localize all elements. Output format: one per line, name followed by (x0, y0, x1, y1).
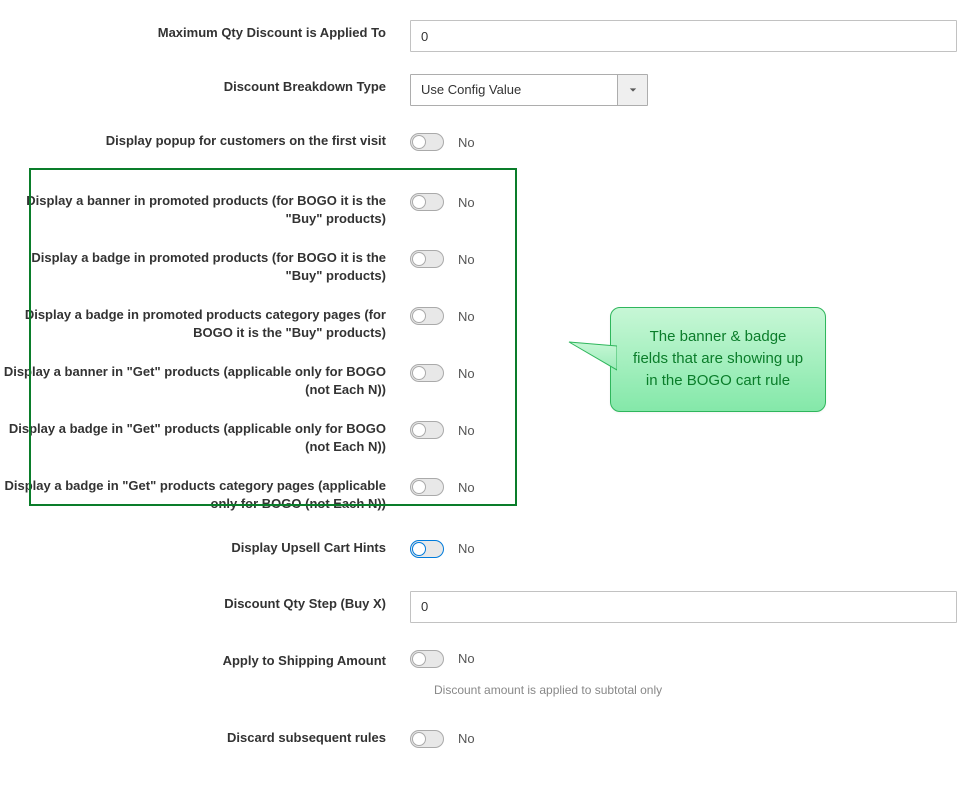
label-qty-step: Discount Qty Step (Buy X) (0, 591, 410, 613)
state-banner-get: No (458, 366, 475, 381)
row-badge-get-category: Display a badge in "Get" products catego… (0, 473, 957, 512)
state-upsell: No (458, 541, 475, 556)
state-badge-promoted: No (458, 252, 475, 267)
toggle-banner-get[interactable] (410, 364, 444, 382)
label-badge-promoted: Display a badge in promoted products (fo… (0, 245, 410, 284)
label-upsell: Display Upsell Cart Hints (0, 535, 410, 557)
label-badge-promoted-category: Display a badge in promoted products cat… (0, 302, 410, 341)
row-apply-shipping: Apply to Shipping Amount No Discount amo… (0, 645, 957, 697)
toggle-banner-promoted[interactable] (410, 193, 444, 211)
row-max-qty: Maximum Qty Discount is Applied To (0, 20, 957, 52)
label-badge-get-category: Display a badge in "Get" products catego… (0, 473, 410, 512)
state-discard: No (458, 731, 475, 746)
toggle-upsell[interactable] (410, 540, 444, 558)
select-breakdown[interactable]: Use Config Value (410, 74, 648, 106)
hint-apply-shipping: Discount amount is applied to subtotal o… (434, 683, 957, 697)
toggle-apply-shipping[interactable] (410, 650, 444, 668)
label-banner-promoted: Display a banner in promoted products (f… (0, 188, 410, 227)
toggle-popup[interactable] (410, 133, 444, 151)
toggle-badge-promoted[interactable] (410, 250, 444, 268)
toggle-badge-promoted-category[interactable] (410, 307, 444, 325)
state-popup: No (458, 135, 475, 150)
label-badge-get: Display a badge in "Get" products (appli… (0, 416, 410, 455)
state-badge-promoted-category: No (458, 309, 475, 324)
state-badge-get: No (458, 423, 475, 438)
row-upsell: Display Upsell Cart Hints No (0, 535, 957, 563)
toggle-discard[interactable] (410, 730, 444, 748)
label-breakdown: Discount Breakdown Type (0, 74, 410, 96)
annotation-callout: The banner & badge fields that are showi… (610, 307, 826, 412)
annotation-callout-text: The banner & badge fields that are showi… (633, 328, 803, 389)
row-badge-get: Display a badge in "Get" products (appli… (0, 416, 957, 455)
label-banner-get: Display a banner in "Get" products (appl… (0, 359, 410, 398)
state-banner-promoted: No (458, 195, 475, 210)
row-popup: Display popup for customers on the first… (0, 128, 957, 156)
label-popup: Display popup for customers on the first… (0, 128, 410, 150)
row-breakdown: Discount Breakdown Type Use Config Value (0, 74, 957, 106)
state-apply-shipping: No (458, 651, 475, 666)
toggle-badge-get[interactable] (410, 421, 444, 439)
state-badge-get-category: No (458, 480, 475, 495)
input-qty-step[interactable] (410, 591, 957, 623)
toggle-badge-get-category[interactable] (410, 478, 444, 496)
select-breakdown-value: Use Config Value (411, 75, 617, 105)
label-discard: Discard subsequent rules (0, 725, 410, 747)
chevron-down-icon (617, 75, 647, 105)
row-banner-promoted: Display a banner in promoted products (f… (0, 188, 957, 227)
label-apply-shipping: Apply to Shipping Amount (0, 648, 410, 670)
row-badge-promoted: Display a badge in promoted products (fo… (0, 245, 957, 284)
row-qty-step: Discount Qty Step (Buy X) (0, 591, 957, 623)
input-max-qty[interactable] (410, 20, 957, 52)
label-max-qty: Maximum Qty Discount is Applied To (0, 20, 410, 42)
row-discard: Discard subsequent rules No (0, 725, 957, 753)
